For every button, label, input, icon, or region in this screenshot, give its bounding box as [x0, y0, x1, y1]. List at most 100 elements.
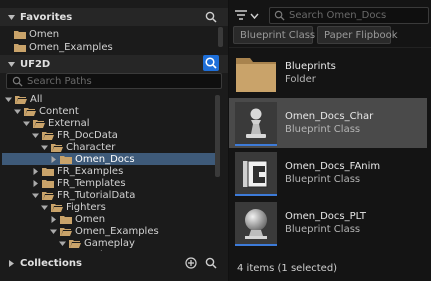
asset-item[interactable]: Blueprints Folder — [229, 48, 427, 98]
content-search-input[interactable]: Search Omen_Docs — [269, 7, 429, 24]
paths-header[interactable]: UF2D — [0, 55, 228, 73]
asset-type-bar — [235, 244, 277, 246]
tree-item[interactable]: Content — [2, 105, 215, 117]
chevron-down-icon[interactable] — [31, 191, 40, 200]
tree-item-label: Omen_Docs — [75, 153, 135, 165]
tree-item[interactable]: Character — [2, 141, 215, 153]
tree-item-label: Fighters — [66, 201, 106, 213]
tree-item[interactable]: External — [2, 117, 215, 129]
tree-item-label: Content — [39, 105, 79, 117]
folder-tree: All Content External FR_DocData Character Ome… — [2, 93, 215, 251]
chevron-right-icon[interactable] — [67, 251, 76, 252]
tree-item-label: Character — [66, 141, 116, 153]
tree-item[interactable]: FR_Examples — [2, 165, 215, 177]
folder-icon — [14, 44, 26, 52]
chevron-down-icon[interactable] — [4, 95, 13, 104]
tree-item[interactable]: Fighters — [2, 201, 215, 213]
folder-icon — [236, 58, 276, 92]
asset-type-bar — [235, 144, 277, 146]
asset-type-bar — [235, 194, 277, 196]
asset-meta: Blueprints Folder — [285, 61, 336, 85]
search-icon — [12, 76, 23, 87]
asset-list: Blueprints Folder Omen_Docs_Char Blueprint … — [229, 48, 431, 248]
chevron-down-icon[interactable] — [58, 239, 67, 248]
chevron-right-icon[interactable] — [7, 259, 16, 268]
asset-name: Omen_Docs_PLT — [285, 211, 366, 222]
paths-title: UF2D — [20, 58, 51, 70]
favorite-item-omen[interactable]: Omen — [14, 28, 59, 41]
chevron-down-icon[interactable] — [40, 143, 49, 152]
filter-chip-label: Blueprint Class — [240, 29, 316, 41]
search-icon[interactable] — [205, 11, 217, 23]
asset-meta: Omen_Docs_PLT Blueprint Class — [285, 211, 366, 235]
folder-open-icon — [60, 227, 72, 236]
chevron-down-icon — [250, 13, 259, 19]
chevron-down-icon[interactable] — [22, 119, 31, 128]
tree-item[interactable]: FR_DocData — [2, 129, 215, 141]
search-icon[interactable] — [205, 257, 217, 269]
tree-item[interactable]: All — [2, 93, 215, 105]
content-panel: Search Omen_Docs Blueprint Class Paper F… — [229, 0, 431, 281]
asset-item[interactable]: Omen_Docs_PLT Blueprint Class — [229, 198, 427, 248]
sphere-icon — [235, 202, 277, 244]
asset-name: Omen_Docs_FAnim — [285, 161, 381, 172]
search-paths-input[interactable]: Search Paths — [6, 73, 222, 89]
search-icon — [274, 10, 285, 21]
asset-thumbnail — [235, 52, 277, 94]
favorite-item-omen-examples[interactable]: Omen_Examples — [14, 41, 113, 54]
folder-open-icon — [15, 95, 27, 104]
folder-icon — [42, 179, 54, 188]
asset-meta: Omen_Docs_Char Blueprint Class — [285, 111, 373, 135]
chevron-right-icon[interactable] — [31, 179, 40, 188]
tree-item[interactable]: Omen_Examples — [2, 225, 215, 237]
add-collection-icon[interactable] — [185, 257, 197, 269]
chevron-down-icon[interactable] — [13, 107, 22, 116]
folder-open-icon — [51, 143, 63, 152]
filter-chip-blueprint-class[interactable]: Blueprint Class — [233, 26, 316, 44]
folder-open-icon — [51, 203, 63, 212]
tree-item[interactable]: FR_Templates — [2, 177, 215, 189]
search-paths-placeholder: Search Paths — [27, 75, 92, 87]
tree-item[interactable]: FR_TutorialData — [2, 189, 215, 201]
asset-type: Folder — [285, 74, 316, 85]
tree-item[interactable]: Character — [2, 249, 215, 252]
tree-item-label: FR_TutorialData — [57, 189, 136, 201]
asset-thumbnail — [235, 202, 277, 246]
filter-dropdown[interactable] — [235, 8, 261, 22]
chevron-right-icon[interactable] — [31, 167, 40, 176]
tree-item-label: All — [30, 93, 43, 105]
asset-item[interactable]: Omen_Docs_Char Blueprint Class — [229, 98, 427, 148]
asset-name: Blueprints — [285, 61, 336, 72]
asset-type: Blueprint Class — [285, 174, 361, 185]
folder-open-icon — [42, 191, 54, 200]
tree-scrollbar[interactable] — [215, 95, 220, 177]
folder-open-icon — [33, 119, 45, 128]
asset-item[interactable]: Omen_Docs_FAnim Blueprint Class — [229, 148, 427, 198]
chevron-right-icon[interactable] — [49, 155, 58, 164]
chevron-right-icon[interactable] — [49, 215, 58, 224]
tree-item[interactable]: Gameplay — [2, 237, 215, 249]
chevron-down-icon[interactable] — [31, 131, 40, 140]
chevron-down-icon[interactable] — [7, 60, 16, 69]
favorites-scrollbar[interactable] — [218, 27, 223, 47]
chevron-down-icon[interactable] — [7, 13, 16, 22]
favorite-item-label: Omen_Examples — [29, 42, 113, 53]
folder-icon — [60, 215, 72, 224]
tree-item[interactable]: Omen — [2, 213, 215, 225]
asset-type: Blueprint Class — [285, 224, 361, 235]
search-paths-toggle[interactable] — [203, 55, 219, 71]
collections-title: Collections — [20, 257, 82, 269]
tree-item[interactable]: Omen_Docs — [2, 153, 215, 165]
folder-open-icon — [24, 107, 36, 116]
favorites-header[interactable]: Favorites — [0, 8, 228, 26]
filter-chip-paper-flipbook[interactable]: Paper Flipbook — [317, 26, 398, 44]
favorites-title: Favorites — [20, 11, 73, 23]
chevron-down-icon[interactable] — [49, 227, 58, 236]
tree-item-label: Omen_Examples — [75, 225, 159, 237]
tree-item-label: FR_Examples — [57, 165, 124, 177]
chevron-down-icon[interactable] — [40, 203, 49, 212]
asset-meta: Omen_Docs_FAnim Blueprint Class — [285, 161, 380, 185]
search-icon — [205, 57, 217, 69]
tree-item-label: Gameplay — [84, 237, 135, 249]
folder-icon — [60, 155, 72, 164]
